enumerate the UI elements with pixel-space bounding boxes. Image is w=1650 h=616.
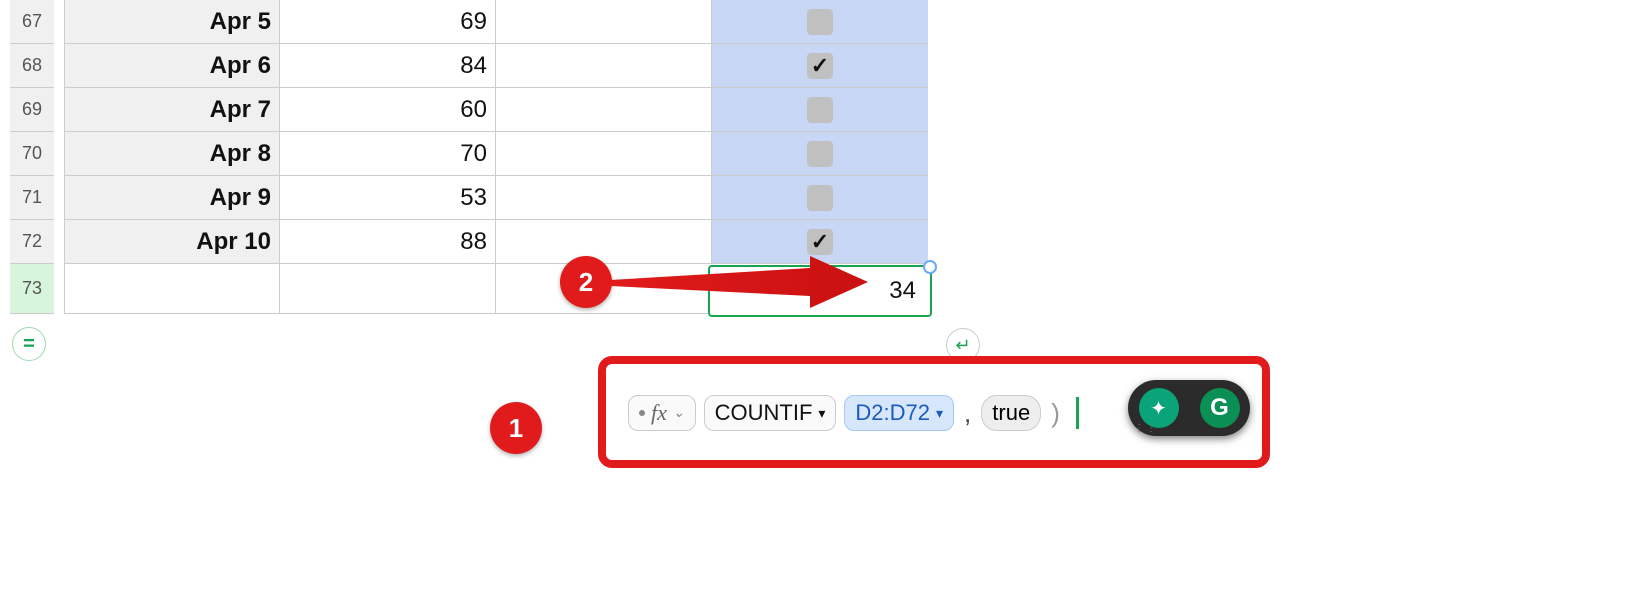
fx-menu-button[interactable]: fx ⌄ xyxy=(628,395,696,431)
annotation-arrow-icon xyxy=(610,256,870,308)
dropdown-icon: ▾ xyxy=(818,405,825,422)
cell-date[interactable]: Apr 9 xyxy=(64,176,280,220)
dropdown-icon: ▾ xyxy=(936,405,943,422)
cell-checkbox[interactable] xyxy=(712,132,928,176)
cell-value[interactable]: 69 xyxy=(280,0,496,44)
cell-empty[interactable] xyxy=(280,264,496,314)
close-paren: ) xyxy=(1049,398,1062,429)
cell-checkbox[interactable] xyxy=(712,0,928,44)
text-cursor-icon xyxy=(1076,397,1079,429)
cell-checkbox[interactable] xyxy=(712,88,928,132)
annotation-step-2: 2 xyxy=(560,256,612,308)
cell-empty[interactable] xyxy=(496,176,712,220)
suggestion-bulb-icon[interactable]: ✦ xyxy=(1139,388,1179,428)
checkbox-unchecked-icon[interactable] xyxy=(807,97,833,123)
row-header-active[interactable]: 73 xyxy=(10,264,54,314)
formula-result-value: 34 xyxy=(889,277,916,305)
cell-checkbox[interactable] xyxy=(712,176,928,220)
cell-empty[interactable] xyxy=(496,44,712,88)
row-header[interactable]: 68 xyxy=(10,44,54,88)
cell-empty[interactable] xyxy=(496,0,712,44)
cell-value[interactable]: 60 xyxy=(280,88,496,132)
criterion-text: true xyxy=(992,400,1030,426)
cell-value[interactable]: 53 xyxy=(280,176,496,220)
row-header[interactable]: 69 xyxy=(10,88,54,132)
cell-checkbox[interactable]: ✓ xyxy=(712,44,928,88)
cell-empty[interactable] xyxy=(496,132,712,176)
range-token[interactable]: D2:D72 ▾ xyxy=(844,395,954,431)
comma-separator: , xyxy=(962,398,973,429)
selection-handle-icon[interactable] xyxy=(923,260,937,274)
fx-label: fx xyxy=(651,400,667,426)
chevron-down-icon: ⌄ xyxy=(673,405,685,422)
cell-value[interactable]: 88 xyxy=(280,220,496,264)
grammarly-widget[interactable]: ✦ G ⋮⋮ xyxy=(1128,380,1250,436)
cell-empty[interactable] xyxy=(496,88,712,132)
bullet-icon xyxy=(639,410,645,416)
cell-date[interactable]: Apr 6 xyxy=(64,44,280,88)
row-header[interactable]: 70 xyxy=(10,132,54,176)
grammarly-icon[interactable]: G xyxy=(1200,388,1240,428)
row-header[interactable]: 67 xyxy=(10,0,54,44)
row-header[interactable]: 72 xyxy=(10,220,54,264)
function-token[interactable]: COUNTIF ▾ xyxy=(704,395,837,431)
checkbox-unchecked-icon[interactable] xyxy=(807,9,833,35)
formula-editor[interactable]: fx ⌄ COUNTIF ▾ D2:D72 ▾ , true ) xyxy=(628,390,1079,436)
cell-date[interactable]: Apr 10 xyxy=(64,220,280,264)
cell-date[interactable]: Apr 7 xyxy=(64,88,280,132)
checkbox-checked-icon[interactable]: ✓ xyxy=(807,53,833,79)
cell-value[interactable]: 84 xyxy=(280,44,496,88)
cell-empty[interactable] xyxy=(64,264,280,314)
checkbox-unchecked-icon[interactable] xyxy=(807,185,833,211)
checkbox-checked-icon[interactable]: ✓ xyxy=(807,229,833,255)
function-name: COUNTIF xyxy=(715,400,813,426)
criterion-token[interactable]: true xyxy=(981,395,1041,431)
cell-value[interactable]: 70 xyxy=(280,132,496,176)
checkbox-unchecked-icon[interactable] xyxy=(807,141,833,167)
insert-formula-button[interactable]: = xyxy=(12,327,46,361)
annotation-step-1: 1 xyxy=(490,402,542,454)
cell-date[interactable]: Apr 5 xyxy=(64,0,280,44)
cell-date[interactable]: Apr 8 xyxy=(64,132,280,176)
drag-handle-icon[interactable]: ⋮⋮ xyxy=(1134,426,1158,432)
row-header[interactable]: 71 xyxy=(10,176,54,220)
range-text: D2:D72 xyxy=(855,400,930,426)
